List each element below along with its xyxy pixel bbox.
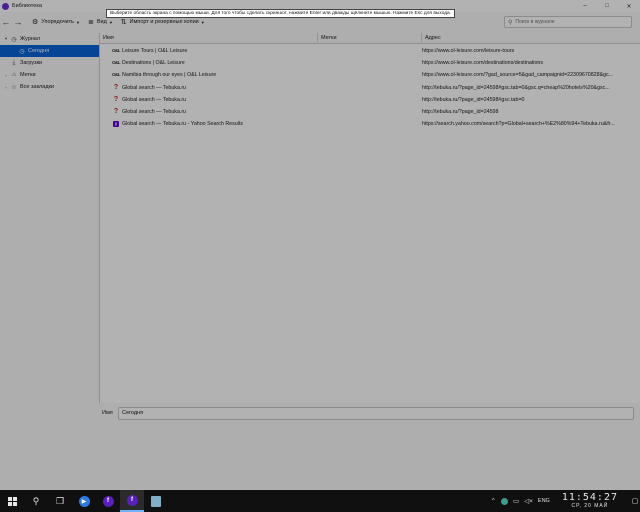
- language-indicator[interactable]: ENG: [538, 498, 550, 504]
- notifications-icon[interactable]: ▢: [630, 497, 640, 505]
- network-icon[interactable]: ▭: [513, 497, 519, 505]
- windows-logo-icon: [7, 496, 17, 506]
- system-tray: ⌃ ▭ ◁× ENG 11:54:27 СР, 20 МАЙ ▢: [491, 490, 640, 512]
- volume-icon[interactable]: ◁×: [524, 497, 533, 505]
- taskbar-app-notes[interactable]: [144, 490, 168, 512]
- taskbar-app-firefox[interactable]: f: [96, 490, 120, 512]
- task-view-button[interactable]: ❐: [48, 490, 72, 512]
- chevron-up-icon[interactable]: ⌃: [491, 497, 496, 505]
- library-window: Библиотека – □ ✕ ← → ⚙ Упорядочить ▼ ≣ В…: [0, 0, 640, 490]
- screenshot-dim-overlay[interactable]: [0, 0, 640, 490]
- search-button[interactable]: ⚲: [24, 490, 48, 512]
- clock-date: СР, 20 МАЙ: [571, 503, 609, 509]
- start-button[interactable]: [0, 490, 24, 512]
- search-icon: ⚲: [32, 495, 40, 506]
- notes-icon: [151, 495, 161, 507]
- screenshot-hint-tooltip: Выберите область экрана с помощью мыши. …: [106, 9, 456, 18]
- clock-time: 11:54:27: [561, 492, 618, 503]
- clock[interactable]: 11:54:27 СР, 20 МАЙ: [561, 492, 618, 510]
- task-view-icon: ❐: [55, 495, 65, 506]
- tray-app-icon[interactable]: [500, 497, 508, 505]
- taskbar: ⚲ ❐ ▶ f f ⌃ ▭ ◁× ENG 11:54:27 СР, 20 МАЙ…: [0, 490, 640, 512]
- firefox-icon: f: [126, 494, 138, 506]
- firefox-icon: f: [102, 495, 114, 507]
- play-icon: ▶: [78, 495, 90, 507]
- taskbar-app-media[interactable]: ▶: [72, 490, 96, 512]
- taskbar-app-firefox-library[interactable]: f: [120, 490, 144, 512]
